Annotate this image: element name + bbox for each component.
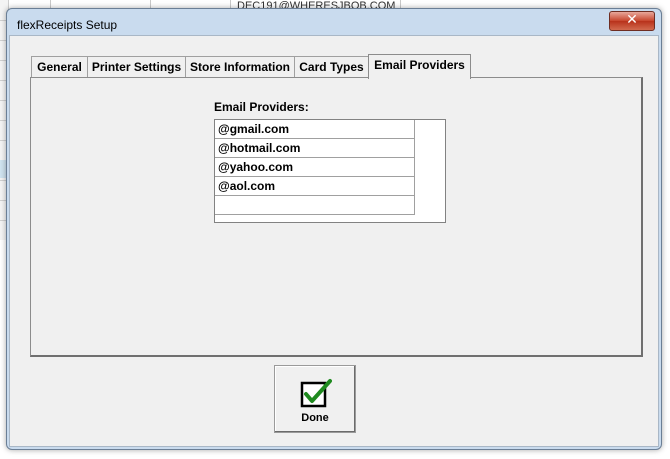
close-icon: ✕ (626, 12, 638, 28)
dialog-client-area: General Printer Settings Store Informati… (9, 35, 659, 447)
tab-general[interactable]: General (31, 56, 88, 77)
title-bar[interactable]: flexReceipts Setup ✕ (7, 9, 661, 37)
email-provider-row[interactable]: @hotmail.com (215, 139, 415, 158)
email-provider-row[interactable]: @gmail.com (215, 120, 415, 139)
setup-dialog: flexReceipts Setup ✕ General Printer Set… (6, 8, 662, 450)
email-provider-row[interactable]: @aol.com (215, 177, 415, 196)
tab-store-information[interactable]: Store Information (185, 56, 295, 77)
tab-printer-settings[interactable]: Printer Settings (87, 56, 186, 77)
done-button[interactable]: Done (274, 365, 356, 433)
email-providers-label: Email Providers: (214, 100, 309, 114)
done-label: Done (301, 412, 329, 424)
window-title: flexReceipts Setup (17, 18, 118, 32)
close-button[interactable]: ✕ (609, 11, 655, 31)
tab-card-types[interactable]: Card Types (294, 56, 369, 77)
email-provider-row[interactable]: @yahoo.com (215, 158, 415, 177)
tab-email-providers[interactable]: Email Providers (368, 54, 471, 79)
checkmark-icon (300, 379, 332, 408)
email-provider-new-row[interactable] (215, 196, 415, 215)
email-providers-list[interactable]: @gmail.com @hotmail.com @yahoo.com @aol.… (214, 119, 446, 223)
email-providers-panel: Email Providers: @gmail.com @hotmail.com… (30, 77, 643, 357)
list-blank-area (416, 120, 444, 220)
